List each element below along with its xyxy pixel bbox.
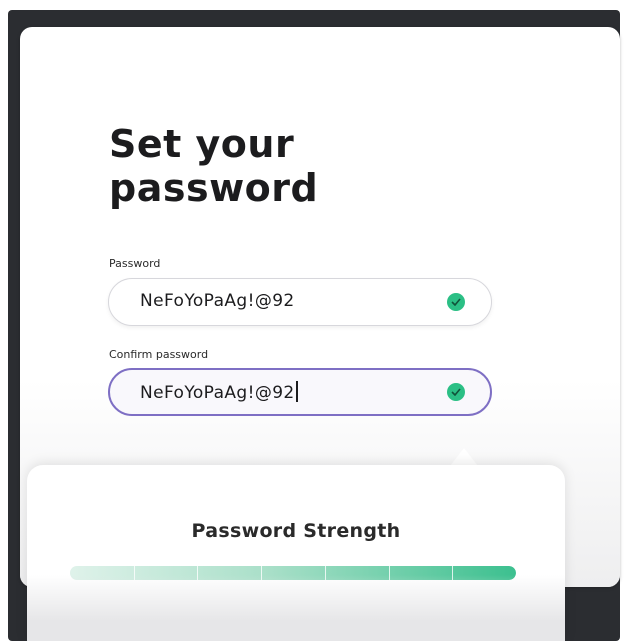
confirm-password-value-wrap: NeFoYoPaAg!@92 xyxy=(140,381,298,403)
confirm-password-input[interactable]: NeFoYoPaAg!@92 xyxy=(108,368,492,416)
password-label: Password xyxy=(109,257,161,270)
confirm-password-label: Confirm password xyxy=(109,348,209,361)
password-strength-title: Password Strength xyxy=(191,520,401,542)
popover-fade xyxy=(27,575,565,641)
password-valid-check-icon xyxy=(447,293,465,311)
password-value: NeFoYoPaAg!@92 xyxy=(140,291,295,311)
confirm-password-value: NeFoYoPaAg!@92 xyxy=(140,383,295,403)
screenshot-frame: Set your password Password NeFoYoPaAg!@9… xyxy=(0,0,629,641)
text-caret xyxy=(295,381,298,402)
password-strength-popover: Password Strength xyxy=(27,465,565,641)
password-input[interactable]: NeFoYoPaAg!@92 xyxy=(108,278,492,326)
confirm-password-valid-check-icon xyxy=(447,383,465,401)
page-title-line-1: Set your xyxy=(109,122,295,166)
page-title-line-2: password xyxy=(109,166,319,210)
page-title: Set your password xyxy=(109,122,318,210)
popover-pointer xyxy=(450,448,478,466)
